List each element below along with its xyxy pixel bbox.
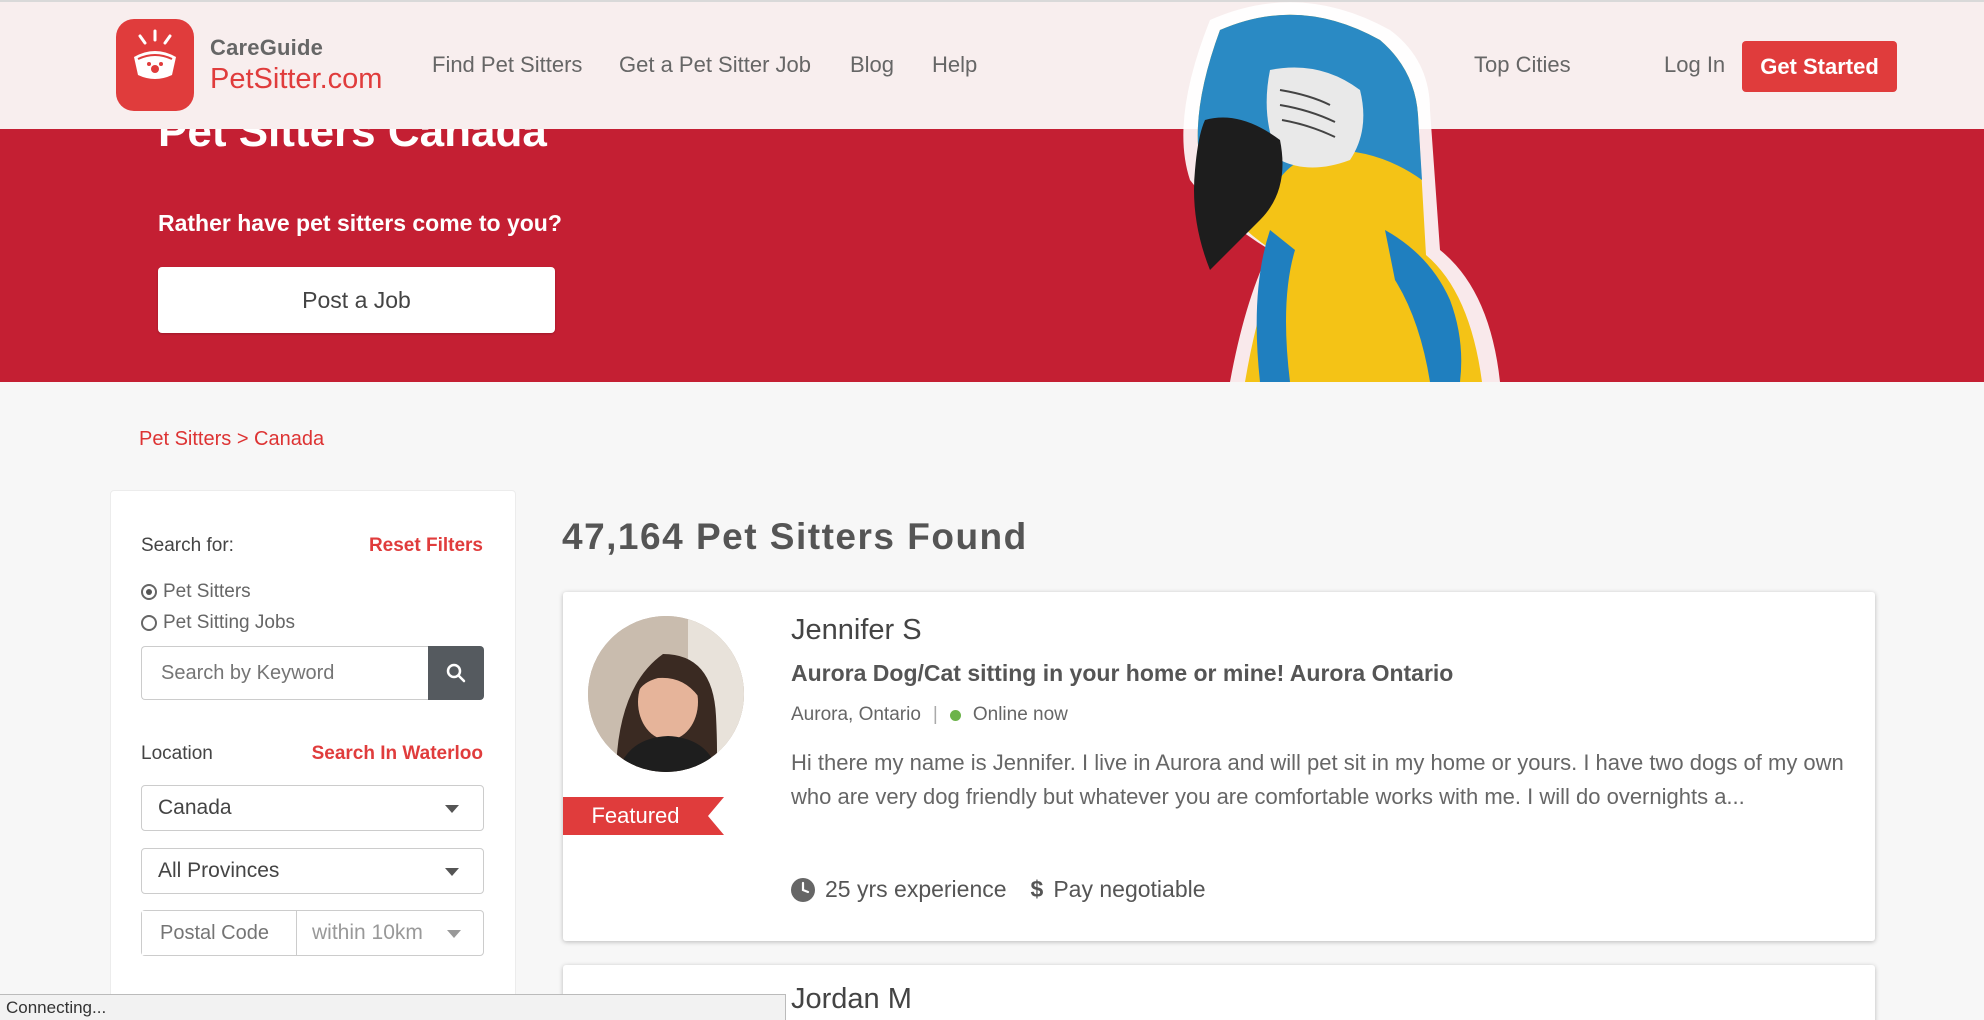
radio-selected-icon xyxy=(141,584,157,600)
reset-filters-link[interactable]: Reset Filters xyxy=(369,535,483,557)
sitter-headline[interactable]: Aurora Dog/Cat sitting in your home or m… xyxy=(791,660,1453,687)
radio-pet-sitting-jobs[interactable]: Pet Sitting Jobs xyxy=(141,612,295,634)
pay-text: Pay negotiable xyxy=(1053,876,1206,902)
search-filters-panel: Search for: Reset Filters Pet Sitters Pe… xyxy=(110,490,516,1020)
dollar-icon: $ xyxy=(1030,876,1044,902)
post-job-button[interactable]: Post a Job xyxy=(158,267,555,333)
hero-banner: Pet Sitters Canada Rather have pet sitte… xyxy=(0,129,1984,382)
hero-subtitle: Rather have pet sitters come to you? xyxy=(158,210,562,236)
sitter-name[interactable]: Jennifer S xyxy=(791,614,922,647)
location-label: Location xyxy=(141,743,213,764)
sitter-stats: 25 yrs experience $ Pay negotiable xyxy=(791,876,1230,903)
postal-code-group: within 10km xyxy=(141,910,484,956)
get-started-button[interactable]: Get Started xyxy=(1742,41,1897,92)
sitter-name[interactable]: Jordan M xyxy=(791,983,912,1016)
sitter-card[interactable]: Featured Jennifer S Aurora Dog/Cat sitti… xyxy=(563,592,1875,941)
sitter-location: Aurora, Ontario xyxy=(791,704,921,725)
breadcrumb[interactable]: Pet Sitters > Canada xyxy=(139,428,324,451)
nav-get-pet-sitter-job[interactable]: Get a Pet Sitter Job xyxy=(619,52,811,78)
sitter-bio: Hi there my name is Jennifer. I live in … xyxy=(791,750,1844,809)
logo-brand-small: CareGuide xyxy=(210,34,324,60)
radio-pet-sitting-jobs-label: Pet Sitting Jobs xyxy=(163,612,296,633)
province-select[interactable]: All Provinces xyxy=(141,848,484,894)
online-status-icon xyxy=(949,709,961,721)
site-logo[interactable]: CareGuide PetSitter.com xyxy=(116,19,382,111)
nav-blog[interactable]: Blog xyxy=(850,52,894,78)
postal-code-input[interactable] xyxy=(142,911,297,955)
chevron-down-icon xyxy=(445,805,459,813)
browser-status-bar: Connecting... xyxy=(0,994,786,1020)
hero-title: Pet Sitters Canada xyxy=(158,129,547,156)
search-button[interactable] xyxy=(428,646,484,700)
pet-bowl-logo-icon xyxy=(116,19,194,111)
distance-select[interactable]: within 10km xyxy=(297,911,483,955)
country-select-value: Canada xyxy=(158,796,232,819)
province-select-value: All Provinces xyxy=(158,859,280,882)
parrot-hero-image xyxy=(1183,2,1500,382)
search-icon xyxy=(446,663,466,683)
radio-unselected-icon xyxy=(141,615,157,631)
distance-select-value: within 10km xyxy=(312,921,423,944)
search-in-waterloo-link[interactable]: Search In Waterloo xyxy=(312,743,483,765)
login-link[interactable]: Log In xyxy=(1664,52,1725,78)
country-select[interactable]: Canada xyxy=(141,785,484,831)
featured-badge: Featured xyxy=(591,803,680,828)
search-for-label: Search for: xyxy=(141,535,234,556)
chevron-down-icon xyxy=(445,868,459,876)
keyword-search-input[interactable] xyxy=(141,646,429,700)
clock-icon xyxy=(791,877,815,902)
meta-separator: | xyxy=(932,704,938,725)
online-status: Online now xyxy=(972,704,1068,725)
experience-text: 25 yrs experience xyxy=(825,876,1007,902)
radio-pet-sitters-label: Pet Sitters xyxy=(163,581,251,602)
radio-pet-sitters[interactable]: Pet Sitters xyxy=(141,581,251,603)
nav-help[interactable]: Help xyxy=(932,52,977,78)
nav-find-pet-sitters[interactable]: Find Pet Sitters xyxy=(432,52,582,78)
logo-brand-big: PetSitter.com xyxy=(210,62,383,95)
top-navigation: CareGuide PetSitter.com Find Pet Sitters… xyxy=(0,0,1984,129)
avatar[interactable] xyxy=(588,616,744,772)
results-count-heading: 47,164 Pet Sitters Found xyxy=(562,516,1028,557)
keyword-search xyxy=(141,646,484,700)
sitter-meta: Aurora, Ontario | Online now xyxy=(791,704,1068,726)
chevron-down-icon xyxy=(447,930,461,938)
